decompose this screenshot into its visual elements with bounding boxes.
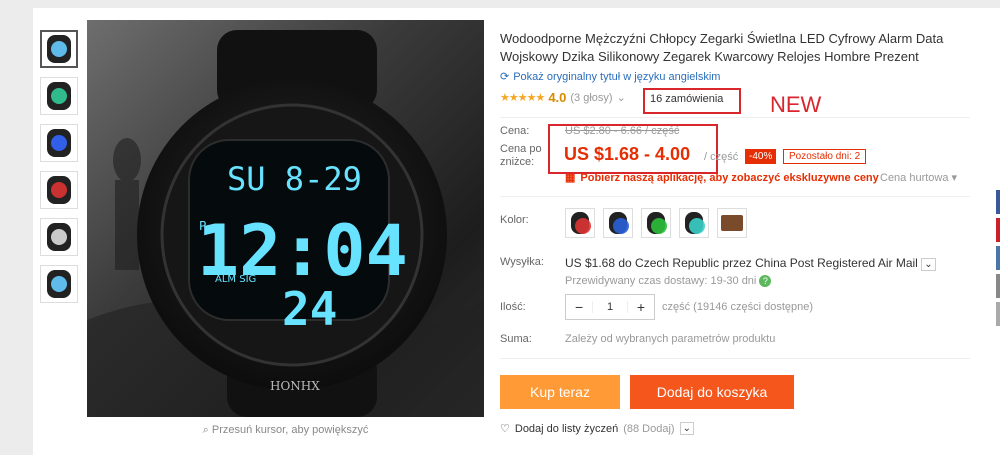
watch-image: SU 8-29 12:04 24 P ALM SIG HONHX [87, 30, 484, 417]
thumbnail-4[interactable] [40, 171, 78, 209]
watch-thumb-icon [47, 270, 71, 298]
zoom-hint: ⌕ Przesuń kursor, aby powiększyć [87, 424, 484, 437]
color-option-red[interactable] [565, 208, 595, 238]
shipping-info[interactable]: US $1.68 do Czech Republic przez China P… [565, 256, 936, 271]
thumbnail-2[interactable] [40, 77, 78, 115]
price-unit: / część [704, 151, 739, 163]
shipping-text: US $1.68 do Czech Republic przez China P… [565, 256, 918, 270]
thumbnail-6[interactable] [40, 265, 78, 303]
facebook-icon[interactable] [996, 190, 1000, 214]
delivery-time: Przewidywany czas dostawy: 19-30 dni? [565, 275, 772, 287]
watch-red-icon [571, 212, 591, 234]
color-label: Kolor: [500, 214, 529, 226]
main-product-image[interactable]: SU 8-29 12:04 24 P ALM SIG HONHX [87, 20, 484, 417]
mobile-icon: ▦ [565, 172, 576, 184]
lcd-seconds-text: 24 [282, 282, 337, 336]
translate-icon: ⟳ [500, 71, 510, 83]
price-label: Cena: [500, 125, 530, 137]
app-promo-text: Pobierz naszą aplikację, aby zobaczyć ek… [580, 171, 879, 184]
rating-value: 4.0 [548, 90, 567, 105]
delivery-text: Przewidywany czas dostawy: 19-30 dni [565, 275, 757, 287]
watch-cyan-icon [685, 212, 705, 234]
total-value: Zależy od wybranych parametrów produktu [565, 333, 776, 345]
help-icon[interactable]: ? [759, 275, 772, 287]
lcd-p-text: P [199, 219, 206, 233]
search-icon: ⌕ [202, 424, 209, 436]
quantity-stepper: − 1 + [565, 294, 655, 320]
zoom-hint-text: Przesuń kursor, aby powiększyć [211, 424, 369, 436]
watch-thumb-icon [47, 176, 71, 204]
original-title-text: Pokaż oryginalny tytuł w języku angielsk… [513, 70, 721, 83]
add-to-cart-button[interactable]: Dodaj do koszyka [630, 375, 794, 409]
wholesale-price-link[interactable]: Cena hurtowa ▾ [880, 171, 957, 184]
watch-thumb-icon [47, 129, 71, 157]
watch-green-icon [647, 212, 667, 234]
thumbnail-list [40, 30, 80, 312]
quantity-label: Ilość: [500, 301, 526, 313]
watch-thumb-icon [47, 223, 71, 251]
divider [500, 117, 970, 118]
gift-box-icon [721, 215, 743, 231]
increase-button[interactable]: + [628, 299, 654, 315]
pinterest-icon[interactable] [996, 218, 1000, 242]
color-option-green[interactable] [641, 208, 671, 238]
discount-price-label: Cena po zniżce: [500, 143, 542, 168]
color-option-blue[interactable] [603, 208, 633, 238]
chevron-down-icon[interactable]: ⌄ [679, 422, 694, 435]
color-option-box[interactable] [717, 208, 747, 238]
votes-count[interactable]: (3 głosy) [570, 92, 612, 104]
orders-count: 16 zamówienia [643, 88, 741, 114]
app-promo[interactable]: ▦ Pobierz naszą aplikację, aby zobaczyć e… [565, 171, 879, 185]
heart-icon: ♡ [500, 423, 510, 435]
divider [500, 196, 970, 197]
watch-thumb-icon [47, 35, 71, 63]
total-label: Suma: [500, 333, 532, 345]
product-title: Wodoodporne Mężczyźni Chłopcy Zegarki Św… [500, 31, 944, 64]
quantity-input[interactable]: 1 [592, 301, 628, 313]
lcd-top-text: SU 8-29 [227, 160, 362, 198]
days-left-badge: Pozostało dni: 2 [783, 149, 867, 164]
color-option-cyan[interactable] [679, 208, 709, 238]
share-icon[interactable] [996, 274, 1000, 298]
watch-thumb-icon [47, 82, 71, 110]
buy-now-button[interactable]: Kup teraz [500, 375, 620, 409]
new-annotation: NEW [770, 92, 822, 117]
divider [500, 358, 970, 359]
color-swatches [565, 208, 747, 238]
original-title-link[interactable]: ⟳ Pokaż oryginalny tytuł w języku angiels… [500, 70, 721, 84]
wishlist-count: (88 Dodaj) [623, 422, 675, 435]
available-quantity: część (19146 części dostępne) [662, 301, 814, 313]
discount-price: US $1.68 - 4.00 [564, 144, 691, 164]
rating-row: ★★★★★ 4.0 (3 głosy) ⌄ [500, 90, 626, 105]
watch-blue-icon [609, 212, 629, 234]
vk-icon[interactable] [996, 246, 1000, 270]
thumbnail-5[interactable] [40, 218, 78, 256]
lcd-alm-text: ALM SIG [215, 274, 256, 285]
shipping-label: Wysyłka: [500, 256, 544, 268]
thumbnail-3[interactable] [40, 124, 78, 162]
discount-badge: -40% [745, 149, 777, 164]
wishlist-link[interactable]: ♡ Dodaj do listy życzeń (88 Dodaj) ⌄ [500, 422, 694, 435]
chevron-down-icon[interactable]: ⌄ [617, 91, 626, 104]
decrease-button[interactable]: − [566, 299, 592, 315]
side-share-bar [996, 190, 1000, 330]
brand-text: HONHX [270, 379, 320, 393]
wishlist-text: Dodaj do listy życzeń [514, 422, 619, 435]
thumbnail-1[interactable] [40, 30, 78, 68]
chevron-down-icon[interactable]: ⌄ [921, 258, 936, 271]
star-rating-icon: ★★★★★ [500, 92, 545, 104]
more-icon[interactable] [996, 302, 1000, 326]
